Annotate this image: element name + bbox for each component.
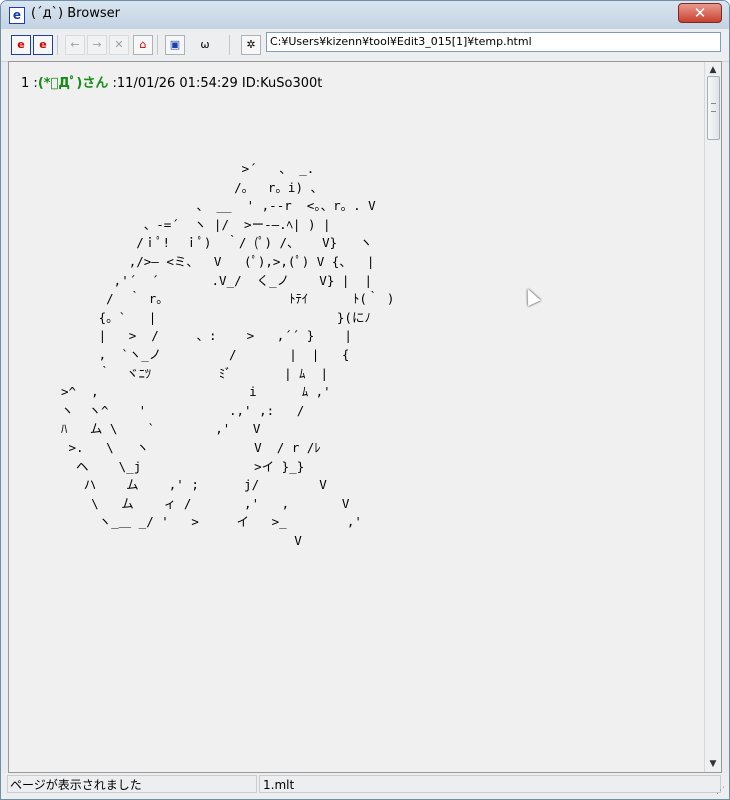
toolbar-separator	[57, 35, 58, 55]
ie-button-2[interactable]: e	[33, 35, 53, 55]
close-button[interactable]: ✕	[678, 3, 722, 23]
content-area: 1 :(*ﾟДﾟ)さん :11/01/26 01:54:29 ID:KuSo30…	[8, 61, 722, 773]
vertical-scrollbar[interactable]: ▲ ▼	[704, 62, 721, 772]
close-icon: ✕	[693, 4, 707, 22]
scroll-down-icon[interactable]: ▼	[707, 758, 719, 770]
app-icon: e	[9, 7, 25, 24]
ie-button-1[interactable]: e	[11, 35, 31, 55]
home-button[interactable]: ⌂	[133, 35, 153, 55]
scroll-thumb[interactable]	[707, 76, 720, 140]
post-header: 1 :(*ﾟДﾟ)さん :11/01/26 01:54:29 ID:KuSo30…	[21, 72, 322, 91]
post-meta: :11/01/26 01:54:29 ID:KuSo300t	[112, 76, 323, 91]
grip-icon	[711, 103, 716, 112]
window-button[interactable]: ▣	[165, 35, 185, 55]
toolbar-separator	[157, 35, 158, 55]
window-title: (´д`) Browser	[31, 6, 120, 21]
resize-grip-icon[interactable]: ⋰	[716, 786, 726, 796]
browser-window: e (´д`) Browser ✕ e e ← → ✕ ⌂ ▣ ω ✲ C:¥U…	[0, 0, 730, 800]
status-text: ページが表示されました	[7, 775, 257, 793]
post-author-name[interactable]: (*ﾟДﾟ)さん	[38, 76, 109, 91]
scroll-up-icon[interactable]: ▲	[707, 64, 719, 76]
cat-face-button[interactable]: ω	[195, 35, 215, 55]
title-bar[interactable]: e (´д`) Browser ✕	[1, 1, 729, 29]
status-bar: ページが表示されました 1.mlt ⋰	[1, 773, 729, 799]
back-button[interactable]: ←	[65, 35, 85, 55]
toolbar-separator	[229, 35, 230, 55]
address-bar[interactable]: C:¥Users¥kizenn¥tool¥Edit3_015[1]¥temp.h…	[266, 32, 721, 52]
stop-button[interactable]: ✕	[109, 35, 129, 55]
post-number: 1	[21, 76, 30, 91]
status-file: 1.mlt	[259, 775, 721, 793]
ascii-art: >´ 、 _. /。 r。i) 、 、 __ ' ,--r <。、r。. V 、…	[61, 161, 395, 548]
bug-cat-button[interactable]: ✲	[241, 35, 261, 55]
forward-button[interactable]: →	[87, 35, 107, 55]
